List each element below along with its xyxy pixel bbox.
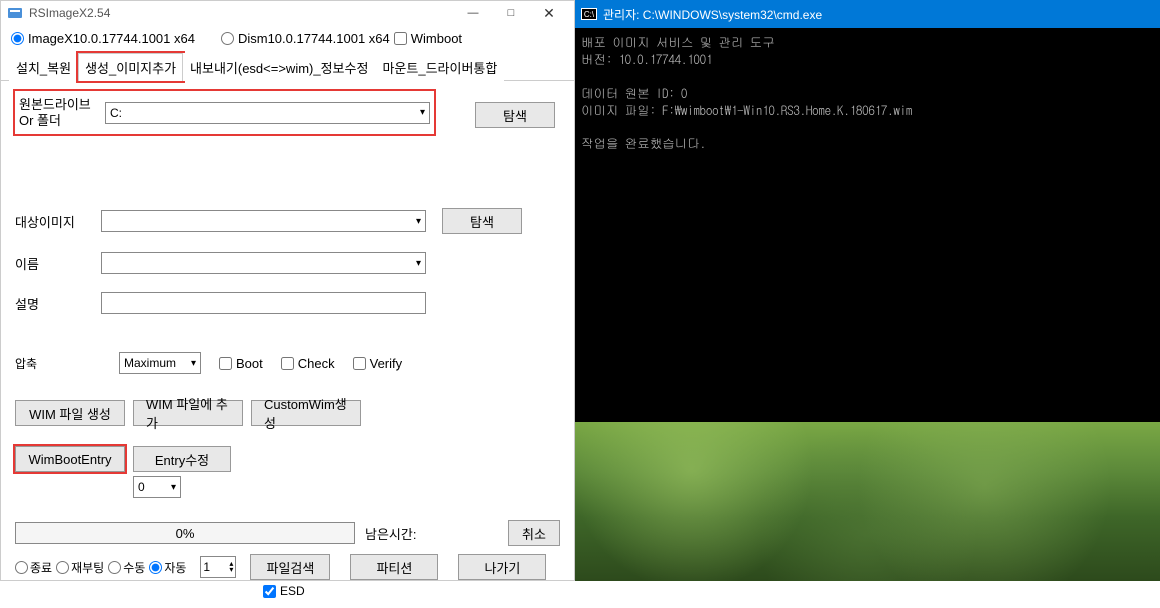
source-drive-combo[interactable]: C: ▾	[105, 102, 430, 124]
wimboot-entry-button[interactable]: WimBootEntry	[15, 446, 125, 472]
name-combo[interactable]: ▾	[101, 252, 426, 274]
cmd-title: 관리자: C:\WINDOWS\system32\cmd.exe	[603, 6, 822, 23]
cmd-icon: C:\	[581, 8, 597, 20]
dism-radio[interactable]	[221, 32, 234, 45]
wimboot-checkbox[interactable]	[394, 32, 407, 45]
boot-checkbox[interactable]	[219, 357, 232, 370]
check-checkbox[interactable]	[281, 357, 294, 370]
target-image-combo[interactable]: ▾	[101, 210, 426, 232]
reboot-radio[interactable]	[56, 561, 69, 574]
desc-label: 설명	[15, 294, 101, 313]
custom-wim-button[interactable]: CustomWim생성	[251, 400, 361, 426]
close-button[interactable]: ✕	[530, 1, 568, 25]
tab-mount-driver[interactable]: 마운트_드라이버통합	[375, 53, 504, 81]
tab-install-restore[interactable]: 설치_복원	[9, 53, 78, 81]
manual-radio[interactable]	[108, 561, 121, 574]
entry-index-combo[interactable]: 0 ▾	[133, 476, 181, 498]
target-image-label: 대상이미지	[15, 212, 101, 231]
chevron-down-icon: ▾	[191, 358, 196, 369]
window-title: RSImageX2.54	[29, 6, 454, 20]
esd-checkbox[interactable]	[263, 585, 276, 598]
compress-label: 압축	[15, 355, 101, 372]
chevron-down-icon: ▾	[420, 107, 425, 118]
wim-create-button[interactable]: WIM 파일 생성	[15, 400, 125, 426]
app-icon	[7, 5, 23, 21]
wim-append-button[interactable]: WIM 파일에 추가	[133, 400, 243, 426]
spinner-arrows-icon: ▴▾	[229, 561, 233, 574]
name-label: 이름	[15, 254, 101, 273]
poweroff-radio[interactable]	[15, 561, 28, 574]
cmd-output: 배포 이미지 서비스 및 관리 도구 버전: 10.0.17744.1001 데…	[575, 28, 1160, 422]
exit-button[interactable]: 나가기	[458, 554, 546, 580]
progress-bar: 0%	[15, 522, 355, 544]
cancel-button[interactable]: 취소	[508, 520, 560, 546]
compress-combo[interactable]: Maximum ▾	[119, 352, 201, 374]
chevron-down-icon: ▾	[416, 258, 421, 269]
chevron-down-icon: ▾	[171, 482, 176, 493]
imagex-label: ImageX10.0.17744.1001 x64	[28, 31, 195, 46]
entry-edit-button[interactable]: Entry수정	[133, 446, 231, 472]
chevron-down-icon: ▾	[416, 216, 421, 227]
browse-source-button[interactable]: 탐색	[475, 102, 555, 128]
maximize-button[interactable]: □	[492, 1, 530, 25]
file-search-button[interactable]: 파일검색	[250, 554, 330, 580]
tab-export-editinfo[interactable]: 내보내기(esd<=>wim)_정보수정	[183, 53, 375, 81]
source-drive-label: 원본드라이브 Or 폴더	[19, 97, 105, 128]
esd-label: ESD	[280, 584, 305, 598]
tab-create-addimage[interactable]: 생성_이미지추가	[78, 53, 183, 81]
imagex-radio[interactable]	[11, 32, 24, 45]
desktop-wallpaper	[575, 422, 1160, 581]
minimize-button[interactable]: —	[454, 1, 492, 25]
partition-button[interactable]: 파티션	[350, 554, 438, 580]
auto-radio[interactable]	[149, 561, 162, 574]
verify-checkbox[interactable]	[353, 357, 366, 370]
dism-label: Dism10.0.17744.1001 x64	[238, 31, 390, 46]
desc-input[interactable]	[101, 292, 426, 314]
browse-target-button[interactable]: 탐색	[442, 208, 522, 234]
interval-spinner[interactable]: 1 ▴▾	[200, 556, 236, 578]
wimboot-label: Wimboot	[411, 31, 462, 46]
remain-label: 남은시간:	[365, 524, 416, 543]
